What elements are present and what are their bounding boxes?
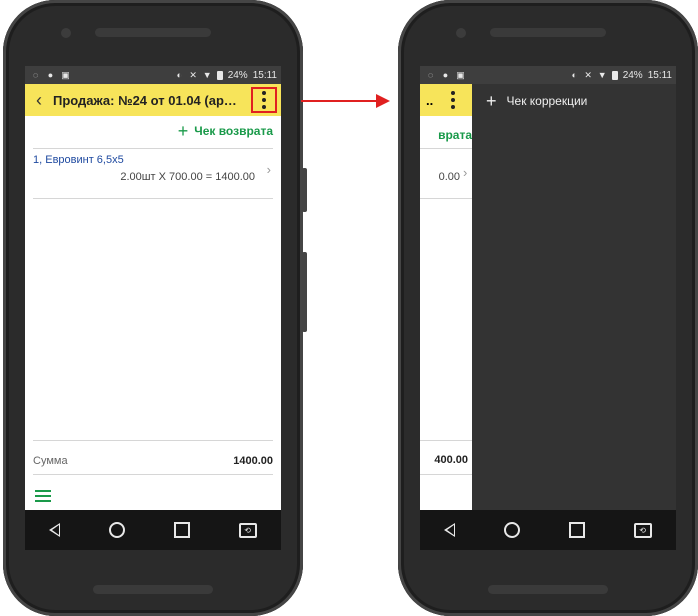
divider: [33, 440, 273, 441]
list-item[interactable]: 1, Евровинт 6,5x5 2.00шт X 700.00 = 1400…: [33, 154, 273, 202]
system-nav-bar: ⟲: [25, 510, 281, 550]
status-bar: ◌ ● ▣ ◐ ✕ ▼ 24% 15:11: [25, 66, 281, 84]
divider: [420, 440, 472, 441]
alert-icon: ●: [47, 69, 54, 80]
nav-back-icon[interactable]: [49, 523, 61, 537]
image-icon: ▣: [61, 69, 70, 80]
item-total-partial: 0.00: [438, 171, 460, 183]
battery-percent: 24%: [227, 69, 248, 81]
system-nav-bar: ⟲: [420, 510, 676, 550]
bottom-speaker: [93, 585, 213, 594]
phone-right: ◌ ● ▣ ◐ ✕ ▼ 24% 15:11 .. врата 0.00 › 40…: [398, 0, 698, 616]
action-row: + Чек возврата: [25, 116, 281, 146]
dropdown-menu: + Чек коррекции: [472, 84, 676, 510]
wifi-icon: ▼: [202, 69, 212, 80]
camera: [61, 28, 71, 38]
camera: [456, 28, 466, 38]
menu-item-correction-receipt[interactable]: + Чек коррекции: [472, 84, 676, 118]
more-menu-button[interactable]: [440, 87, 466, 113]
title-ellipsis: ..: [426, 92, 434, 108]
page-title: Продажа: №24 от 01.04 (архив...: [53, 92, 243, 108]
divider: [420, 474, 472, 475]
more-menu-button[interactable]: [251, 87, 277, 113]
earpiece: [95, 28, 211, 37]
annotation-arrow-line: [301, 100, 379, 102]
app-bar-partial: ..: [420, 84, 472, 116]
item-calculation: 2.00шт X 700.00 = 1400.00: [120, 171, 255, 183]
item-name: 1, Евровинт 6,5x5: [33, 154, 124, 166]
return-receipt-label-partial: врата: [438, 128, 472, 142]
mute-icon: ✕: [584, 69, 592, 80]
clock: 15:11: [252, 69, 277, 81]
data-icon: ◐: [176, 69, 182, 80]
screen: ◌ ● ▣ ◐ ✕ ▼ 24% 15:11 ‹ Продажа: №24 от …: [25, 66, 281, 550]
divider: [33, 198, 273, 199]
return-receipt-label: Чек возврата: [194, 124, 273, 138]
nav-back-icon[interactable]: [444, 523, 456, 537]
rotate-icon[interactable]: ⟲: [633, 522, 652, 538]
screen: ◌ ● ▣ ◐ ✕ ▼ 24% 15:11 .. врата 0.00 › 40…: [420, 66, 676, 550]
sync-icon: ◌: [32, 69, 39, 80]
divider: [420, 148, 472, 149]
bottom-speaker: [488, 585, 608, 594]
chevron-right-icon: ›: [266, 162, 271, 177]
nav-recents-icon[interactable]: [568, 522, 585, 538]
nav-home-icon[interactable]: [109, 522, 126, 538]
alert-icon: ●: [442, 69, 449, 80]
divider: [420, 198, 472, 199]
mute-icon: ✕: [189, 69, 197, 80]
sum-value-partial: 400.00: [434, 454, 468, 466]
battery-icon: [611, 70, 618, 80]
clock: 15:11: [647, 69, 672, 81]
plus-icon: +: [486, 91, 497, 111]
sync-icon: ◌: [427, 69, 434, 80]
divider: [33, 148, 273, 149]
chevron-right-icon: ›: [463, 165, 468, 180]
annotation-arrow-head: [376, 94, 390, 108]
return-receipt-button[interactable]: + Чек возврата: [178, 122, 281, 140]
battery-icon: [216, 70, 223, 80]
app-bar: ‹ Продажа: №24 от 01.04 (архив...: [25, 84, 281, 116]
sum-label: Сумма: [33, 455, 68, 467]
status-bar: ◌ ● ▣ ◐ ✕ ▼ 24% 15:11: [420, 66, 676, 84]
power-button: [302, 168, 307, 212]
data-icon: ◐: [571, 69, 577, 80]
battery-percent: 24%: [622, 69, 643, 81]
menu-item-label: Чек коррекции: [506, 94, 588, 108]
nav-home-icon[interactable]: [504, 522, 521, 538]
plus-icon: +: [177, 121, 189, 141]
nav-recents-icon[interactable]: [173, 522, 190, 538]
sum-row: Сумма 1400.00: [33, 450, 273, 472]
sum-value: 1400.00: [233, 455, 273, 467]
wifi-icon: ▼: [597, 69, 607, 80]
earpiece: [490, 28, 606, 37]
volume-button: [302, 252, 307, 332]
rotate-icon[interactable]: ⟲: [238, 522, 257, 538]
divider: [33, 474, 273, 475]
back-arrow-icon[interactable]: ‹: [25, 90, 53, 111]
image-icon: ▣: [456, 69, 465, 80]
hamburger-menu-icon[interactable]: [35, 487, 51, 505]
phone-left: ◌ ● ▣ ◐ ✕ ▼ 24% 15:11 ‹ Продажа: №24 от …: [3, 0, 307, 616]
